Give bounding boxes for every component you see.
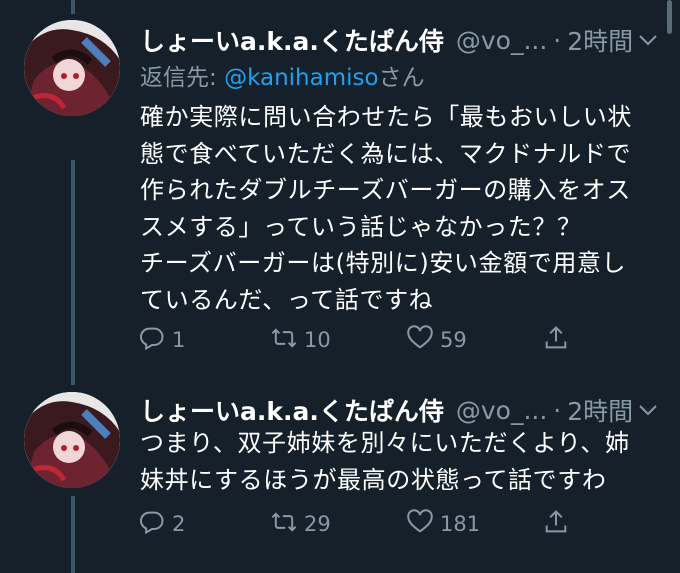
like-count: 181: [440, 512, 481, 536]
retweet-button[interactable]: 29: [270, 504, 331, 544]
display-name[interactable]: しょーいa.k.a.くたぱん侍: [140, 22, 444, 58]
reply-button[interactable]: 1: [138, 320, 185, 360]
tweet-header: しょーいa.k.a.くたぱん侍 @vo_... · 2時間: [140, 390, 660, 430]
avatar[interactable]: [24, 20, 120, 116]
action-bar: 1 10 59: [138, 320, 578, 360]
user-handle[interactable]: @vo_...: [456, 396, 547, 425]
heart-icon: [406, 508, 434, 541]
retweet-count: 29: [304, 512, 331, 536]
timestamp[interactable]: 2時間: [567, 392, 633, 428]
like-count: 59: [440, 328, 467, 352]
retweet-icon: [270, 324, 298, 357]
separator: ·: [553, 25, 562, 55]
tweet-text: つまり、双子姉妹を別々にいただくより、姉 妹丼にするほうが最高の状態って話ですわ: [140, 429, 630, 494]
reply-count: 2: [172, 512, 186, 536]
tweet-header: しょーいa.k.a.くたぱん侍 @vo_... · 2時間: [140, 20, 660, 60]
tweet[interactable]: しょーいa.k.a.くたぱん侍 @vo_... · 2時間 つまり、双子姉妹を別…: [0, 380, 680, 573]
tweet[interactable]: しょーいa.k.a.くたぱん侍 @vo_... · 2時間 返信先: @kani…: [0, 0, 680, 380]
retweet-count: 10: [304, 328, 331, 352]
reply-context: 返信先: @kanihamisoさん: [140, 58, 425, 92]
reply-icon: [138, 324, 166, 357]
like-button[interactable]: 181: [406, 504, 480, 544]
reply-icon: [138, 508, 166, 541]
chevron-down-icon[interactable]: [636, 398, 660, 422]
reply-suffix: さん: [378, 65, 425, 91]
reply-count: 1: [172, 328, 186, 352]
share-icon: [542, 508, 570, 541]
reply-button[interactable]: 2: [138, 504, 185, 544]
share-button[interactable]: [542, 504, 570, 544]
retweet-button[interactable]: 10: [270, 320, 331, 360]
action-bar: 2 29 181: [138, 504, 578, 544]
heart-icon: [406, 324, 434, 357]
timestamp[interactable]: 2時間: [567, 22, 633, 58]
mention-link[interactable]: @kanihamiso: [224, 65, 379, 91]
retweet-icon: [270, 508, 298, 541]
separator: ·: [553, 395, 562, 425]
like-button[interactable]: 59: [406, 320, 467, 360]
share-button[interactable]: [542, 320, 570, 360]
display-name[interactable]: しょーいa.k.a.くたぱん侍: [140, 392, 444, 428]
share-icon: [542, 324, 570, 357]
timeline: しょーいa.k.a.くたぱん侍 @vo_... · 2時間 返信先: @kani…: [0, 0, 680, 573]
chevron-down-icon[interactable]: [636, 28, 660, 52]
tweet-text: 確か実際に問い合わせたら「最もおいしい状 態で食べていただく為には、マクドナルド…: [140, 103, 632, 314]
user-handle[interactable]: @vo_...: [456, 26, 547, 55]
avatar[interactable]: [24, 392, 120, 488]
reply-label: 返信先:: [140, 65, 217, 91]
